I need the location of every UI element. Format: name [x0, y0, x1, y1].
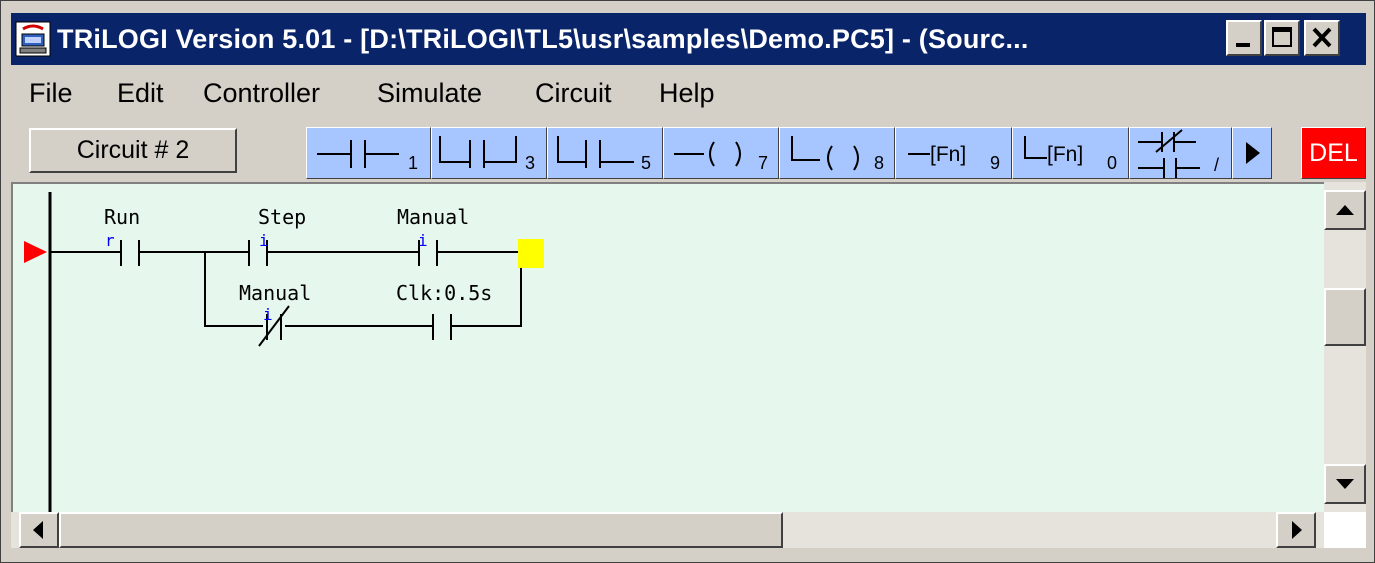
parallel-coil-icon: 8 — [791, 136, 884, 173]
rung-marker-icon — [24, 241, 47, 263]
arrow-left-icon — [33, 521, 43, 539]
title-bar[interactable]: TRiLOGI Version 5.01 - [D:\TRiLOGI\TL5\u… — [11, 13, 1366, 65]
hotkey-label: 3 — [525, 153, 535, 173]
vertical-scrollbar[interactable] — [1324, 182, 1366, 512]
contact-branch-icon: 5 — [557, 136, 651, 173]
menu-circuit[interactable]: Circuit — [535, 67, 612, 119]
function-text: [Fn] — [930, 143, 966, 166]
menu-simulate[interactable]: Simulate — [377, 67, 482, 119]
function-icon: [Fn] 9 — [908, 143, 1000, 173]
contact-run[interactable]: Run r — [104, 205, 140, 266]
menu-controller[interactable]: Controller — [203, 67, 320, 119]
function-button[interactable]: [Fn] 9 — [895, 127, 1012, 179]
menu-bar: File Edit Controller Simulate Circuit He… — [11, 67, 1366, 119]
ladder-toolbar: 1 3 5 7 8 [Fn] 9 [Fn] 0 / DEL — [306, 127, 1366, 179]
arrow-down-icon — [1336, 479, 1354, 489]
contact-step[interactable]: Step i — [248, 205, 306, 266]
contact-series-button[interactable]: 1 — [306, 127, 431, 179]
scroll-right-button[interactable] — [1276, 512, 1316, 548]
menu-edit[interactable]: Edit — [117, 67, 164, 119]
hotkey-label: 5 — [641, 153, 651, 173]
scroll-down-button[interactable] — [1324, 464, 1366, 504]
delete-button[interactable]: DEL — [1301, 127, 1366, 179]
contact-type: r — [105, 231, 115, 250]
contact-parallel-button[interactable]: 3 — [431, 127, 547, 179]
contact-label: Manual — [239, 281, 311, 305]
coil-icon: 7 — [674, 141, 768, 173]
maximize-icon — [1272, 27, 1292, 47]
contact-type: i — [263, 305, 273, 324]
menu-help[interactable]: Help — [659, 67, 715, 119]
hotkey-label: 8 — [874, 153, 884, 173]
hotkey-label: 9 — [990, 153, 1000, 173]
maximize-button[interactable] — [1264, 20, 1300, 56]
contact-parallel-icon: 3 — [439, 136, 535, 173]
close-button[interactable] — [1304, 20, 1340, 56]
hotkey-label: 7 — [758, 153, 768, 173]
horizontal-scroll-thumb[interactable] — [59, 512, 783, 548]
close-icon — [1312, 27, 1332, 48]
contact-branch-button[interactable]: 5 — [547, 127, 663, 179]
circuit-number-label: Circuit # 2 — [29, 128, 237, 173]
contact-manual-closed[interactable]: Manual i — [239, 281, 311, 347]
minimize-button[interactable] — [1226, 20, 1262, 56]
parallel-function-icon: [Fn] 0 — [1024, 136, 1117, 173]
hotkey-label: 1 — [408, 153, 418, 173]
parallel-coil-button[interactable]: 8 — [779, 127, 895, 179]
ladder-editor[interactable]: Run r Step i Manual i Manual i Clk:0.5s — [11, 182, 1324, 512]
contact-type: i — [418, 231, 428, 250]
edit-cursor[interactable] — [518, 239, 544, 268]
window-title: TRiLOGI Version 5.01 - [D:\TRiLOGI\TL5\u… — [57, 24, 1029, 54]
app-window: TRiLOGI Version 5.01 - [D:\TRiLOGI\TL5\u… — [0, 0, 1375, 563]
parallel-function-button[interactable]: [Fn] 0 — [1012, 127, 1129, 179]
contact-label: Clk:0.5s — [396, 281, 492, 305]
minimize-icon — [1236, 43, 1250, 47]
menu-file[interactable]: File — [29, 67, 73, 119]
contact-manual-open[interactable]: Manual i — [397, 205, 469, 266]
more-tools-button[interactable] — [1232, 127, 1272, 179]
more-arrow-icon — [1246, 142, 1260, 164]
arrow-right-icon — [1292, 521, 1302, 539]
contact-label: Manual — [397, 205, 469, 229]
contact-series-icon: 1 — [317, 140, 418, 173]
trilogi-app-icon[interactable] — [15, 21, 51, 57]
contact-label: Run — [104, 205, 140, 229]
hotkey-label: / — [1214, 155, 1219, 175]
scroll-up-button[interactable] — [1324, 190, 1366, 230]
scroll-left-button[interactable] — [19, 512, 59, 548]
contact-clock[interactable]: Clk:0.5s — [396, 281, 492, 340]
contact-type: i — [259, 231, 269, 250]
vertical-scroll-thumb[interactable] — [1324, 288, 1366, 346]
contact-label: Step — [258, 205, 306, 229]
toggle-contact-button[interactable]: / — [1129, 127, 1232, 179]
ladder-diagram: Run r Step i Manual i Manual i Clk:0.5s — [24, 192, 544, 512]
toggle-contact-icon: / — [1138, 129, 1219, 178]
horizontal-scrollbar[interactable] — [11, 512, 1324, 548]
coil-button[interactable]: 7 — [663, 127, 779, 179]
scroll-corner — [1324, 512, 1366, 548]
hotkey-label: 0 — [1107, 153, 1117, 173]
function-text: [Fn] — [1047, 143, 1083, 166]
arrow-up-icon — [1336, 205, 1354, 215]
